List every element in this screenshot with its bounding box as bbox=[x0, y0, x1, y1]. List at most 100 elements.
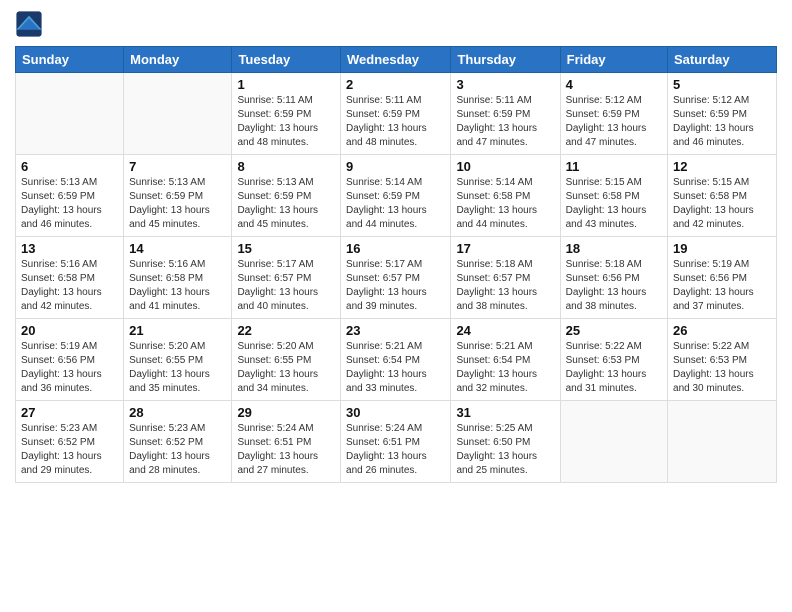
day-number: 21 bbox=[129, 323, 226, 338]
day-number: 14 bbox=[129, 241, 226, 256]
weekday-header-friday: Friday bbox=[560, 47, 667, 73]
day-number: 27 bbox=[21, 405, 118, 420]
day-number: 1 bbox=[237, 77, 335, 92]
day-number: 12 bbox=[673, 159, 771, 174]
day-number: 3 bbox=[456, 77, 554, 92]
day-number: 23 bbox=[346, 323, 445, 338]
calendar-cell: 16 Sunrise: 5:17 AM Sunset: 6:57 PM Dayli… bbox=[341, 237, 451, 319]
calendar-week-row: 20 Sunrise: 5:19 AM Sunset: 6:56 PM Dayli… bbox=[16, 319, 777, 401]
day-info: Sunrise: 5:16 AM Sunset: 6:58 PM Dayligh… bbox=[21, 258, 118, 314]
day-number: 22 bbox=[237, 323, 335, 338]
logo-icon bbox=[15, 10, 43, 38]
day-info: Sunrise: 5:16 AM Sunset: 6:58 PM Dayligh… bbox=[129, 258, 226, 314]
day-info: Sunrise: 5:24 AM Sunset: 6:51 PM Dayligh… bbox=[237, 422, 335, 478]
day-info: Sunrise: 5:13 AM Sunset: 6:59 PM Dayligh… bbox=[237, 176, 335, 232]
day-info: Sunrise: 5:14 AM Sunset: 6:59 PM Dayligh… bbox=[346, 176, 445, 232]
day-info: Sunrise: 5:19 AM Sunset: 6:56 PM Dayligh… bbox=[21, 340, 118, 396]
calendar-cell: 15 Sunrise: 5:17 AM Sunset: 6:57 PM Dayli… bbox=[232, 237, 341, 319]
day-info: Sunrise: 5:22 AM Sunset: 6:53 PM Dayligh… bbox=[673, 340, 771, 396]
day-info: Sunrise: 5:14 AM Sunset: 6:58 PM Dayligh… bbox=[456, 176, 554, 232]
calendar-cell: 20 Sunrise: 5:19 AM Sunset: 6:56 PM Dayli… bbox=[16, 319, 124, 401]
calendar-week-row: 1 Sunrise: 5:11 AM Sunset: 6:59 PM Daylig… bbox=[16, 73, 777, 155]
weekday-header-wednesday: Wednesday bbox=[341, 47, 451, 73]
weekday-header-sunday: Sunday bbox=[16, 47, 124, 73]
day-info: Sunrise: 5:13 AM Sunset: 6:59 PM Dayligh… bbox=[21, 176, 118, 232]
calendar-cell: 28Sunrise: 5:23 AM Sunset: 6:52 PM Dayli… bbox=[124, 401, 232, 483]
day-number: 7 bbox=[129, 159, 226, 174]
day-info: Sunrise: 5:18 AM Sunset: 6:56 PM Dayligh… bbox=[566, 258, 662, 314]
day-number: 8 bbox=[237, 159, 335, 174]
day-number: 25 bbox=[566, 323, 662, 338]
day-info: Sunrise: 5:11 AM Sunset: 6:59 PM Dayligh… bbox=[456, 94, 554, 150]
day-info: Sunrise: 5:23 AM Sunset: 6:52 PM Dayligh… bbox=[21, 422, 118, 478]
day-info: Sunrise: 5:13 AM Sunset: 6:59 PM Dayligh… bbox=[129, 176, 226, 232]
calendar-cell bbox=[16, 73, 124, 155]
calendar-cell: 5 Sunrise: 5:12 AM Sunset: 6:59 PM Daylig… bbox=[668, 73, 777, 155]
day-number: 9 bbox=[346, 159, 445, 174]
day-number: 30 bbox=[346, 405, 445, 420]
day-info: Sunrise: 5:25 AM Sunset: 6:50 PM Dayligh… bbox=[456, 422, 554, 478]
calendar-cell: 21 Sunrise: 5:20 AM Sunset: 6:55 PM Dayli… bbox=[124, 319, 232, 401]
calendar-cell: 24 Sunrise: 5:21 AM Sunset: 6:54 PM Dayli… bbox=[451, 319, 560, 401]
day-number: 2 bbox=[346, 77, 445, 92]
calendar-cell: 13 Sunrise: 5:16 AM Sunset: 6:58 PM Dayli… bbox=[16, 237, 124, 319]
weekday-header-tuesday: Tuesday bbox=[232, 47, 341, 73]
calendar-cell: 9 Sunrise: 5:14 AM Sunset: 6:59 PM Daylig… bbox=[341, 155, 451, 237]
day-number: 18 bbox=[566, 241, 662, 256]
day-info: Sunrise: 5:18 AM Sunset: 6:57 PM Dayligh… bbox=[456, 258, 554, 314]
day-info: Sunrise: 5:20 AM Sunset: 6:55 PM Dayligh… bbox=[237, 340, 335, 396]
day-info: Sunrise: 5:17 AM Sunset: 6:57 PM Dayligh… bbox=[346, 258, 445, 314]
calendar-cell: 26 Sunrise: 5:22 AM Sunset: 6:53 PM Dayli… bbox=[668, 319, 777, 401]
day-number: 6 bbox=[21, 159, 118, 174]
day-number: 17 bbox=[456, 241, 554, 256]
day-info: Sunrise: 5:20 AM Sunset: 6:55 PM Dayligh… bbox=[129, 340, 226, 396]
calendar-week-row: 6 Sunrise: 5:13 AM Sunset: 6:59 PM Daylig… bbox=[16, 155, 777, 237]
day-number: 20 bbox=[21, 323, 118, 338]
logo bbox=[15, 10, 47, 38]
calendar-cell: 18 Sunrise: 5:18 AM Sunset: 6:56 PM Dayli… bbox=[560, 237, 667, 319]
day-info: Sunrise: 5:21 AM Sunset: 6:54 PM Dayligh… bbox=[346, 340, 445, 396]
day-info: Sunrise: 5:19 AM Sunset: 6:56 PM Dayligh… bbox=[673, 258, 771, 314]
calendar-week-row: 13 Sunrise: 5:16 AM Sunset: 6:58 PM Dayli… bbox=[16, 237, 777, 319]
calendar-cell: 6 Sunrise: 5:13 AM Sunset: 6:59 PM Daylig… bbox=[16, 155, 124, 237]
day-number: 15 bbox=[237, 241, 335, 256]
weekday-header-thursday: Thursday bbox=[451, 47, 560, 73]
day-number: 26 bbox=[673, 323, 771, 338]
day-info: Sunrise: 5:11 AM Sunset: 6:59 PM Dayligh… bbox=[346, 94, 445, 150]
calendar-table: SundayMondayTuesdayWednesdayThursdayFrid… bbox=[15, 46, 777, 483]
day-number: 13 bbox=[21, 241, 118, 256]
calendar-cell: 17 Sunrise: 5:18 AM Sunset: 6:57 PM Dayli… bbox=[451, 237, 560, 319]
day-number: 5 bbox=[673, 77, 771, 92]
header bbox=[15, 10, 777, 38]
calendar-cell: 22 Sunrise: 5:20 AM Sunset: 6:55 PM Dayli… bbox=[232, 319, 341, 401]
day-number: 16 bbox=[346, 241, 445, 256]
calendar-cell: 19Sunrise: 5:19 AM Sunset: 6:56 PM Dayli… bbox=[668, 237, 777, 319]
calendar-cell: 31 Sunrise: 5:25 AM Sunset: 6:50 PM Dayli… bbox=[451, 401, 560, 483]
day-info: Sunrise: 5:15 AM Sunset: 6:58 PM Dayligh… bbox=[566, 176, 662, 232]
day-number: 29 bbox=[237, 405, 335, 420]
day-number: 31 bbox=[456, 405, 554, 420]
calendar-cell: 2 Sunrise: 5:11 AM Sunset: 6:59 PM Daylig… bbox=[341, 73, 451, 155]
day-number: 24 bbox=[456, 323, 554, 338]
calendar-cell: 14 Sunrise: 5:16 AM Sunset: 6:58 PM Dayli… bbox=[124, 237, 232, 319]
day-info: Sunrise: 5:12 AM Sunset: 6:59 PM Dayligh… bbox=[673, 94, 771, 150]
calendar-cell: 1Sunrise: 5:11 AM Sunset: 6:59 PM Daylig… bbox=[232, 73, 341, 155]
calendar-cell: 30 Sunrise: 5:24 AM Sunset: 6:51 PM Dayli… bbox=[341, 401, 451, 483]
day-info: Sunrise: 5:17 AM Sunset: 6:57 PM Dayligh… bbox=[237, 258, 335, 314]
calendar-cell: 25Sunrise: 5:22 AM Sunset: 6:53 PM Dayli… bbox=[560, 319, 667, 401]
page: SundayMondayTuesdayWednesdayThursdayFrid… bbox=[0, 0, 792, 612]
calendar-cell: 8 Sunrise: 5:13 AM Sunset: 6:59 PM Daylig… bbox=[232, 155, 341, 237]
day-info: Sunrise: 5:12 AM Sunset: 6:59 PM Dayligh… bbox=[566, 94, 662, 150]
day-info: Sunrise: 5:21 AM Sunset: 6:54 PM Dayligh… bbox=[456, 340, 554, 396]
calendar-cell: 12Sunrise: 5:15 AM Sunset: 6:58 PM Dayli… bbox=[668, 155, 777, 237]
calendar-cell: 23 Sunrise: 5:21 AM Sunset: 6:54 PM Dayli… bbox=[341, 319, 451, 401]
calendar-cell: 10Sunrise: 5:14 AM Sunset: 6:58 PM Dayli… bbox=[451, 155, 560, 237]
day-number: 11 bbox=[566, 159, 662, 174]
weekday-header-monday: Monday bbox=[124, 47, 232, 73]
day-info: Sunrise: 5:24 AM Sunset: 6:51 PM Dayligh… bbox=[346, 422, 445, 478]
weekday-header-row: SundayMondayTuesdayWednesdayThursdayFrid… bbox=[16, 47, 777, 73]
calendar-cell: 7 Sunrise: 5:13 AM Sunset: 6:59 PM Daylig… bbox=[124, 155, 232, 237]
weekday-header-saturday: Saturday bbox=[668, 47, 777, 73]
calendar-cell bbox=[124, 73, 232, 155]
day-number: 28 bbox=[129, 405, 226, 420]
